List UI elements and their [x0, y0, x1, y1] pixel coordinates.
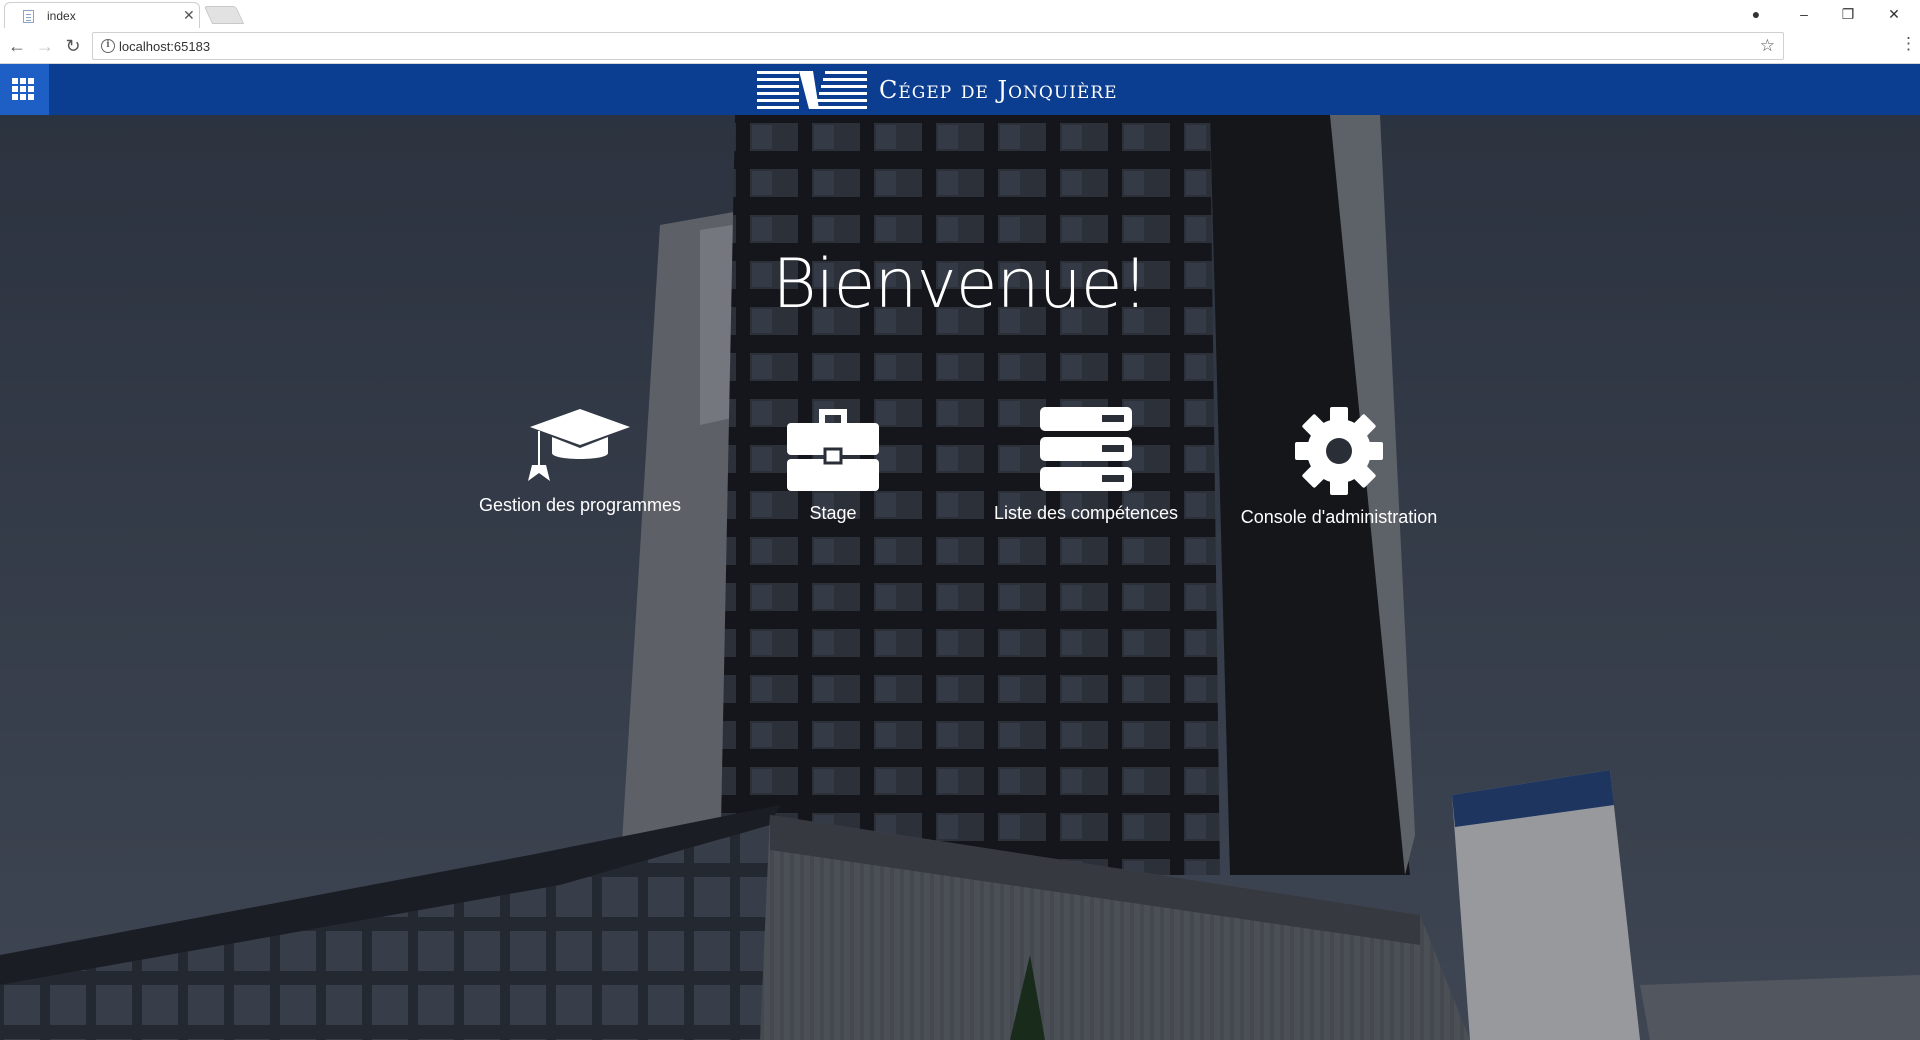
- browser-tab[interactable]: index ✕: [4, 2, 200, 28]
- hero-section: Bienvenue! Gestion des programmes Stage: [0, 115, 1920, 1040]
- tile-stage[interactable]: Stage: [723, 405, 943, 523]
- tile-label: Gestion des programmes: [478, 495, 682, 515]
- forward-button[interactable]: →: [32, 33, 58, 59]
- url-text[interactable]: localhost:65183: [119, 39, 210, 54]
- cegep-logo-mark: [757, 71, 867, 109]
- address-toolbar: ← → ↻ i localhost:65183 ☆ ⋮: [0, 28, 1920, 64]
- graduation-cap-icon: [528, 409, 630, 481]
- new-tab-button[interactable]: [203, 6, 245, 24]
- minimize-button[interactable]: –: [1786, 3, 1822, 25]
- bookmark-star-icon[interactable]: ☆: [1760, 36, 1775, 56]
- tile-label: Stage: [809, 503, 857, 523]
- site-header: Cégep de Jonquière: [0, 64, 1920, 115]
- tile-liste-competences[interactable]: Liste des compétences: [976, 405, 1196, 523]
- close-tab-icon[interactable]: ✕: [183, 7, 195, 24]
- restore-button[interactable]: ❐: [1830, 3, 1866, 25]
- back-button[interactable]: ←: [4, 33, 30, 59]
- close-window-button[interactable]: ✕: [1876, 3, 1912, 25]
- tile-label: Console d'administration: [1240, 507, 1438, 527]
- profile-icon[interactable]: ●: [1738, 3, 1774, 25]
- tab-title: index: [47, 9, 76, 23]
- tile-console-administration[interactable]: Console d'administration: [1229, 405, 1449, 527]
- address-bar[interactable]: i localhost:65183 ☆: [92, 32, 1784, 60]
- gear-icon: [1295, 407, 1383, 495]
- apps-menu-button[interactable]: [0, 64, 49, 115]
- logo-text: Cégep de Jonquière: [879, 76, 1118, 104]
- welcome-heading: Bienvenue!: [772, 245, 1149, 324]
- apps-grid-icon: [12, 78, 34, 100]
- page-icon: [23, 10, 34, 23]
- cegep-logo[interactable]: Cégep de Jonquière: [757, 69, 1118, 111]
- site-info-icon[interactable]: i: [101, 39, 115, 53]
- reload-button[interactable]: ↻: [60, 33, 86, 59]
- tile-gestion-programmes[interactable]: Gestion des programmes: [470, 405, 690, 515]
- tile-label: Liste des compétences: [993, 503, 1179, 523]
- server-list-icon: [1040, 407, 1132, 491]
- browser-tab-strip: index ✕ ● – ❐ ✕: [0, 0, 1920, 28]
- briefcase-icon: [787, 409, 879, 491]
- browser-menu-icon[interactable]: ⋮: [1900, 34, 1917, 54]
